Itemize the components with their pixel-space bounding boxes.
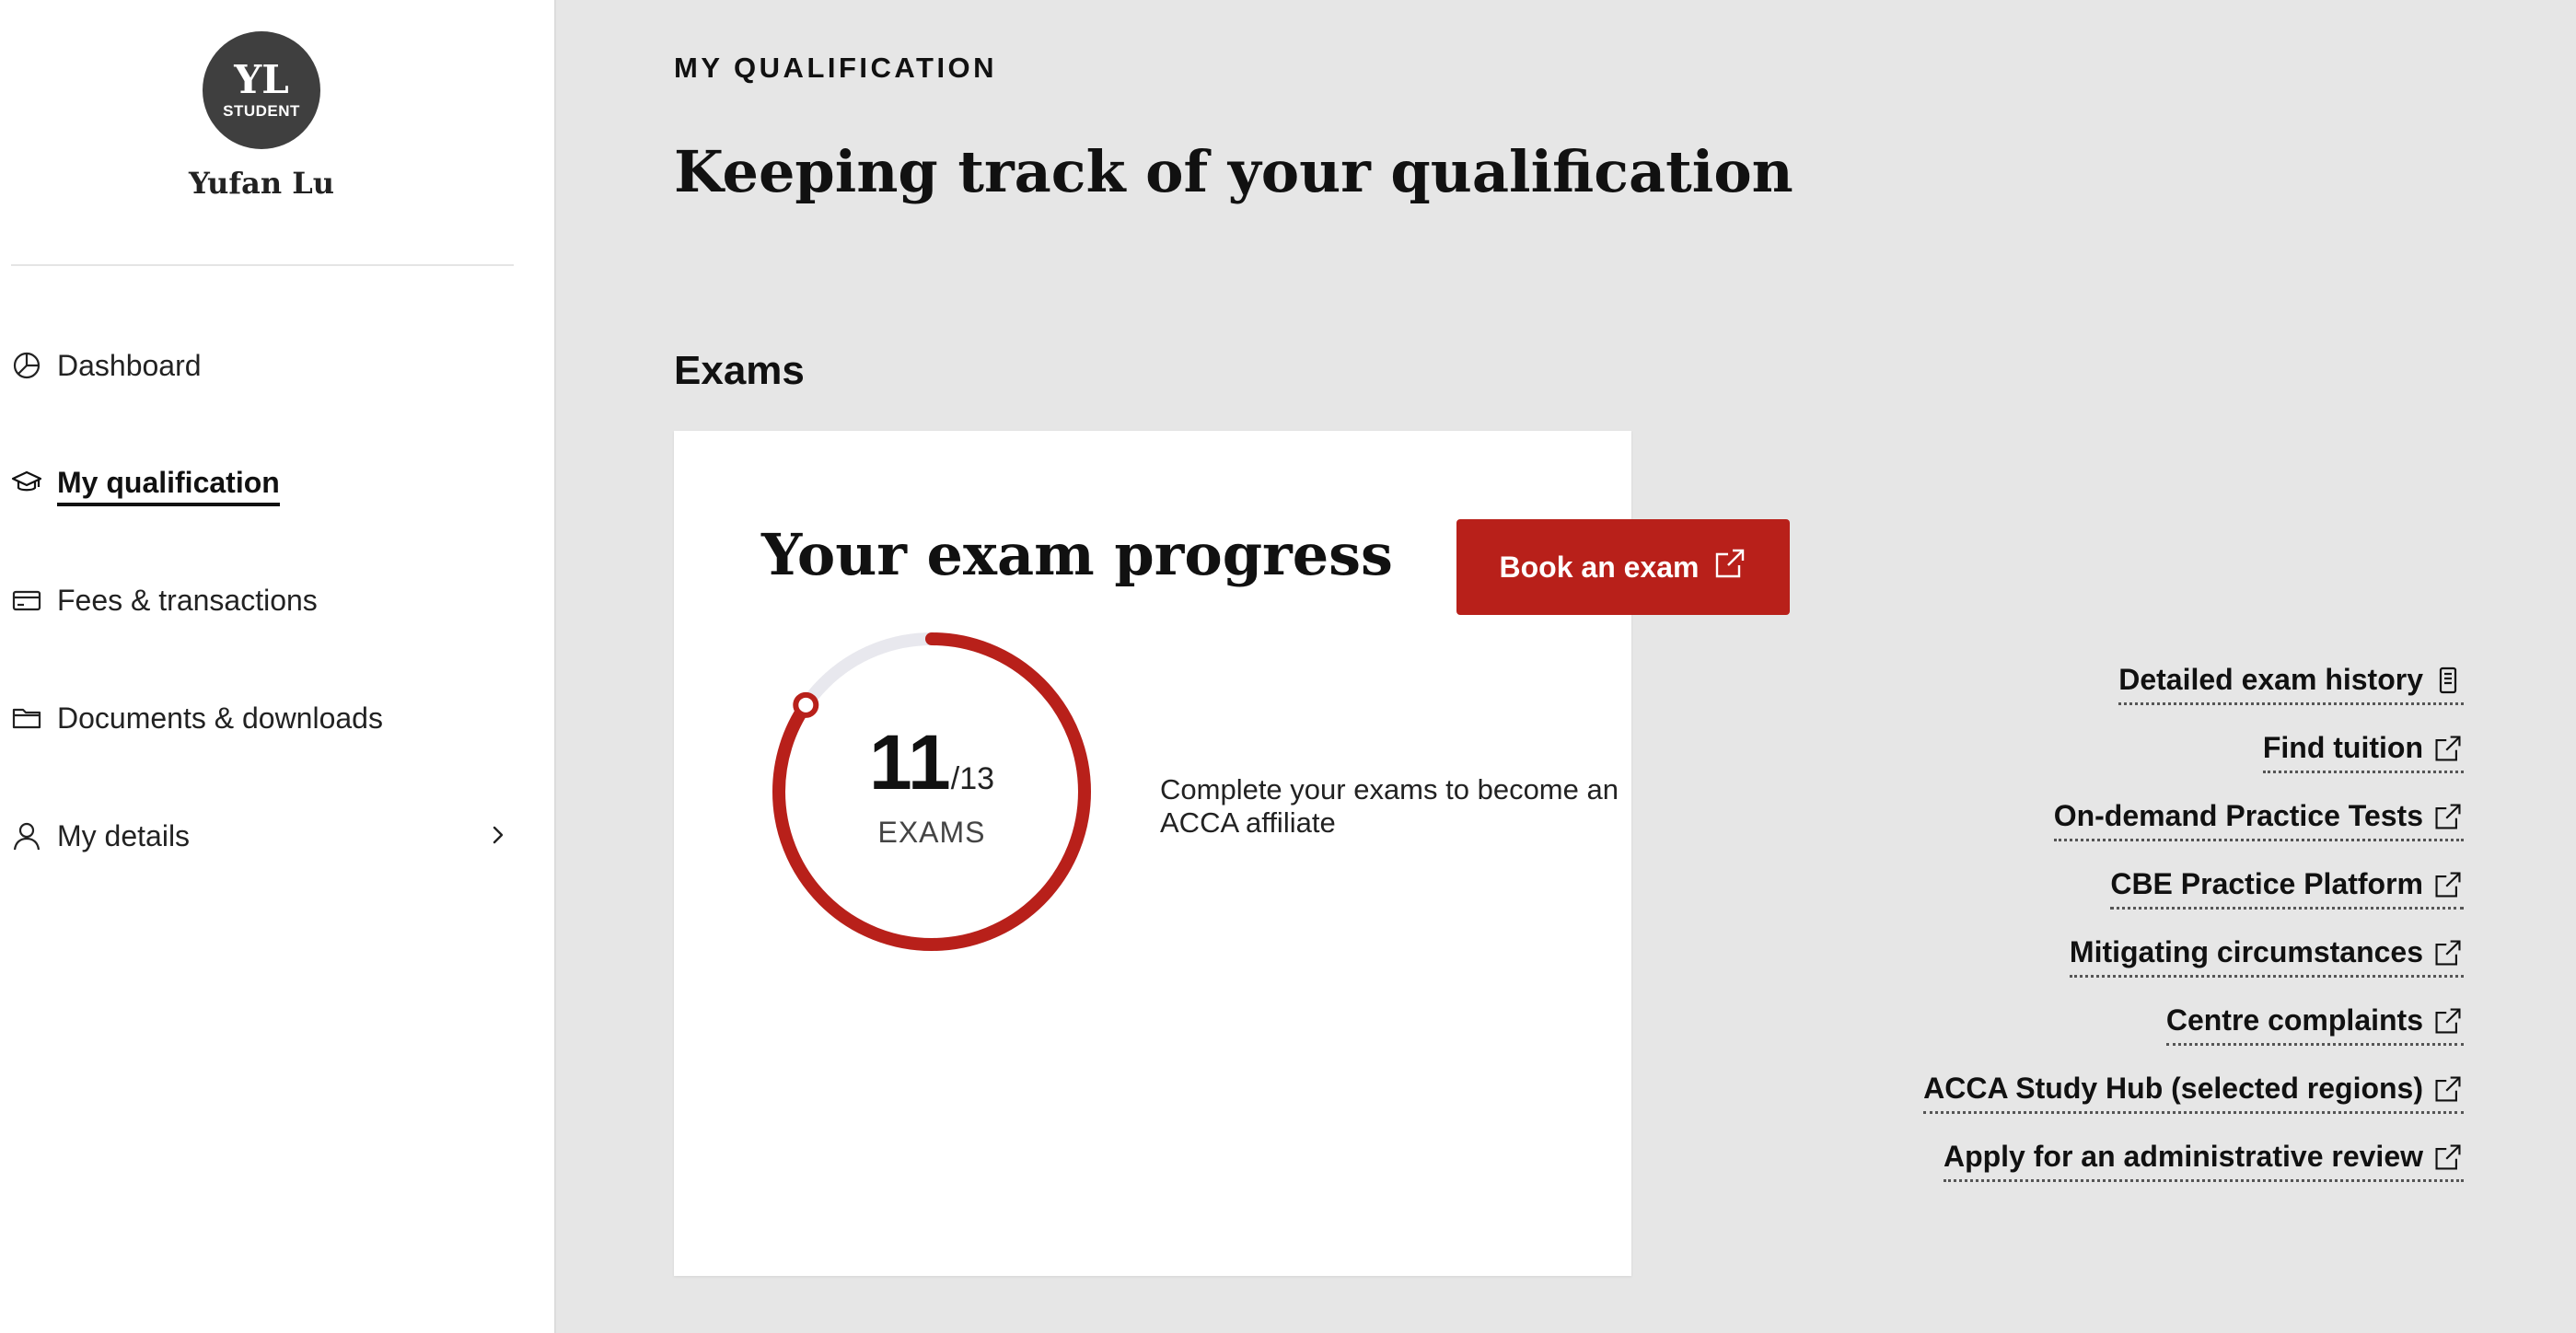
sidebar-item-label: My qualification: [57, 466, 280, 506]
book-exam-button[interactable]: Book an exam: [1456, 519, 1790, 615]
link-label: ACCA Study Hub (selected regions): [1923, 1072, 2423, 1105]
sidebar-divider: [11, 264, 514, 266]
external-link-icon: [1713, 547, 1746, 587]
exams-count-label: EXAMS: [877, 816, 986, 849]
external-link-icon: [2432, 1073, 2464, 1105]
document-icon: [2432, 665, 2464, 696]
link-find-tuition[interactable]: Find tuition: [2262, 731, 2464, 773]
external-link-icon: [2432, 1005, 2464, 1037]
card-title: Your exam progress: [761, 521, 1393, 588]
link-mitigating-circumstances[interactable]: Mitigating circumstances: [2069, 935, 2464, 978]
sidebar-item-dashboard[interactable]: Dashboard: [11, 340, 514, 391]
credit-card-icon: [11, 585, 42, 616]
progress-description: Complete your exams to become an ACCA af…: [1160, 773, 1619, 839]
avatar-role: STUDENT: [223, 102, 300, 120]
page-title: Keeping track of your qualification: [674, 138, 1793, 205]
sidebar-item-documents-downloads[interactable]: Documents & downloads: [11, 692, 514, 744]
chevron-right-icon[interactable]: [482, 819, 514, 851]
link-label: Mitigating circumstances: [2069, 935, 2423, 968]
link-label: Find tuition: [2262, 731, 2423, 764]
exams-total: /13: [950, 761, 995, 796]
sidebar-item-label: Fees & transactions: [57, 583, 318, 617]
sidebar-item-my-details[interactable]: My details: [11, 810, 514, 862]
link-label: Apply for an administrative review: [1943, 1140, 2423, 1173]
link-acca-study-hub[interactable]: ACCA Study Hub (selected regions): [1923, 1072, 2464, 1114]
person-icon: [11, 820, 42, 852]
avatar-initials: YL: [234, 57, 289, 102]
user-name: Yufan Lu: [189, 166, 334, 201]
progress-ring-marker: [793, 691, 819, 718]
book-exam-label: Book an exam: [1499, 550, 1700, 584]
sidebar: YL STUDENT Yufan Lu Dashboard My qualifi…: [0, 0, 556, 1333]
sidebar-item-label: Documents & downloads: [57, 701, 383, 735]
sidebar-item-label: Dashboard: [57, 348, 202, 382]
graduation-cap-icon: [11, 467, 42, 498]
exams-completed: 11: [868, 719, 951, 806]
pie-chart-icon: [11, 350, 42, 381]
sidebar-item-fees-transactions[interactable]: Fees & transactions: [11, 574, 514, 626]
progress-count: 11/13: [766, 718, 1097, 807]
page-eyebrow: MY QUALIFICATION: [674, 52, 998, 84]
section-title-exams: Exams: [674, 348, 805, 393]
link-label: Centre complaints: [2165, 1003, 2423, 1037]
link-label: CBE Practice Platform: [2110, 867, 2423, 900]
external-link-icon: [2432, 801, 2464, 832]
external-link-icon: [2432, 869, 2464, 900]
external-link-icon: [2432, 937, 2464, 968]
link-administrative-review[interactable]: Apply for an administrative review: [1943, 1140, 2464, 1182]
link-detailed-exam-history[interactable]: Detailed exam history: [2118, 663, 2464, 705]
external-link-icon: [2432, 733, 2464, 764]
link-label: Detailed exam history: [2118, 663, 2423, 696]
link-on-demand-practice-tests[interactable]: On-demand Practice Tests: [2053, 799, 2464, 841]
sidebar-item-label: My details: [57, 818, 191, 852]
link-centre-complaints[interactable]: Centre complaints: [2165, 1003, 2464, 1046]
sidebar-item-my-qualification[interactable]: My qualification: [11, 457, 514, 508]
link-cbe-practice-platform[interactable]: CBE Practice Platform: [2110, 867, 2464, 910]
folder-icon: [11, 702, 42, 734]
link-label: On-demand Practice Tests: [2053, 799, 2423, 832]
external-link-icon: [2432, 1142, 2464, 1173]
avatar[interactable]: YL STUDENT: [203, 31, 320, 149]
